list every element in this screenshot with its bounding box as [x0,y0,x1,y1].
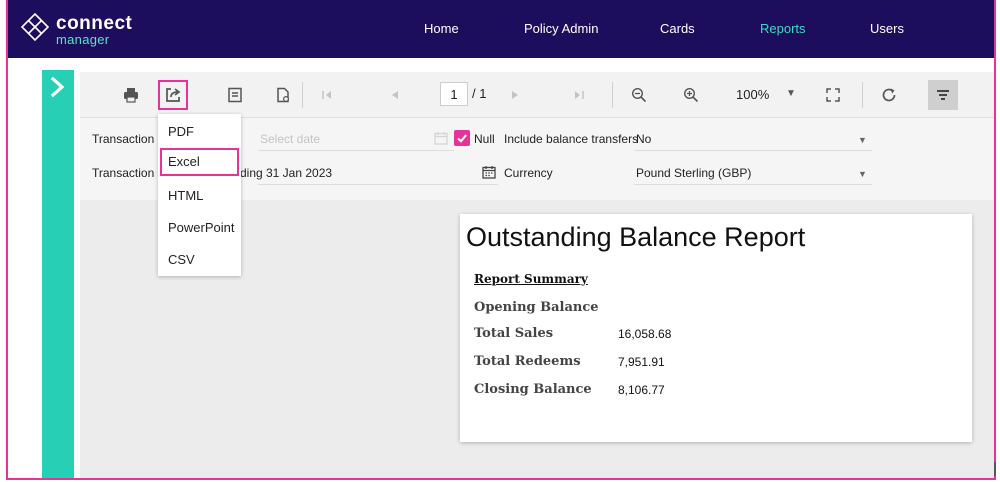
prev-page-icon [392,91,398,99]
filter-lines-icon [937,90,949,100]
export-html-item[interactable]: HTML [160,182,239,210]
report-toolbar: 1 / 1 100% ▼ [80,72,994,118]
report-page: Outstanding Balance Report Report Summar… [460,214,972,442]
nav-home[interactable]: Home [424,21,459,36]
zoom-in-button[interactable] [676,80,706,110]
export-excel-item[interactable]: Excel [160,148,239,176]
report-summary-heading: Report Summary [474,272,588,286]
export-button[interactable] [158,80,188,110]
parameters-toggle-button[interactable] [928,80,958,110]
export-share-icon [166,88,181,102]
zoom-in-icon [683,87,699,103]
chevron-right-icon [50,76,65,98]
caret-down-icon: ▼ [786,88,796,99]
calendar-icon[interactable] [482,165,496,179]
closing-balance-value: 8,106.77 [618,383,665,397]
document-list-icon [228,87,242,103]
closing-balance-label: Closing Balance [474,382,592,397]
include-transfers-select[interactable]: No [636,132,651,146]
next-page-icon [512,91,518,99]
window-edge-marker [994,462,996,476]
nav-policy-admin[interactable]: Policy Admin [524,21,598,36]
page-settings-button[interactable] [268,80,298,110]
transaction-end-label-suffix: ding [240,166,263,180]
total-redeems-value: 7,951.91 [618,355,665,369]
nav-reports[interactable]: Reports [760,21,806,36]
zoom-out-icon [631,87,647,103]
fullscreen-button[interactable] [818,80,848,110]
input-underline [258,150,454,151]
nav-cards[interactable]: Cards [660,21,695,36]
currency-select[interactable]: Pound Sterling (GBP) [636,166,751,180]
report-title: Outstanding Balance Report [466,222,806,252]
caret-down-icon: ▼ [858,169,867,179]
next-page-button[interactable] [500,80,530,110]
brand-name-bottom: manager [56,32,110,47]
export-csv-item[interactable]: CSV [160,246,239,274]
print-icon [124,88,138,103]
select-underline [634,184,872,185]
sidebar-toggle[interactable] [42,70,74,478]
zoom-level-select[interactable]: 100% [736,87,769,102]
brand-logo[interactable]: connect manager [20,10,160,50]
select-underline [634,150,872,151]
opening-balance-label: Opening Balance [474,300,599,315]
export-pdf-item[interactable]: PDF [160,118,239,146]
last-page-icon [575,91,584,99]
nav-users[interactable]: Users [870,21,904,36]
prev-page-button[interactable] [380,80,410,110]
currency-label: Currency [504,166,553,180]
page-settings-icon [277,87,290,103]
last-page-button[interactable] [564,80,594,110]
export-powerpoint-item[interactable]: PowerPoint [160,214,239,242]
export-format-menu: PDF Excel HTML PowerPoint CSV [158,114,241,276]
transaction-end-label: Transaction [92,166,155,180]
page-total: / 1 [472,86,487,101]
connect-logo-icon [20,12,50,42]
transaction-start-label: Transaction [92,132,155,146]
first-page-icon [322,91,331,99]
print-button[interactable] [116,80,146,110]
zoom-out-button[interactable] [624,80,654,110]
total-sales-value: 16,058.68 [618,327,672,341]
null-label: Null [474,132,495,146]
refresh-button[interactable] [874,80,904,110]
total-redeems-label: Total Redeems [474,354,581,369]
end-date-input[interactable]: 31 Jan 2023 [266,166,332,180]
refresh-icon [882,88,896,102]
document-map-button[interactable] [220,80,250,110]
top-navbar: connect manager Home Policy Admin Cards … [8,0,994,58]
check-icon [457,134,467,143]
calendar-icon[interactable] [434,131,448,145]
include-transfers-label: Include balance transfers [504,132,639,146]
null-checkbox[interactable] [454,130,470,146]
total-sales-label: Total Sales [474,326,554,341]
fullscreen-icon [826,88,840,102]
toolbar-separator [302,82,303,108]
app-frame: connect manager Home Policy Admin Cards … [6,0,996,480]
toolbar-separator [612,82,613,108]
start-date-input[interactable]: Select date [260,132,320,146]
page-number-input[interactable]: 1 [440,82,468,106]
toolbar-separator [862,82,863,108]
first-page-button[interactable] [312,80,342,110]
input-underline [258,184,498,185]
caret-down-icon: ▼ [858,135,867,145]
